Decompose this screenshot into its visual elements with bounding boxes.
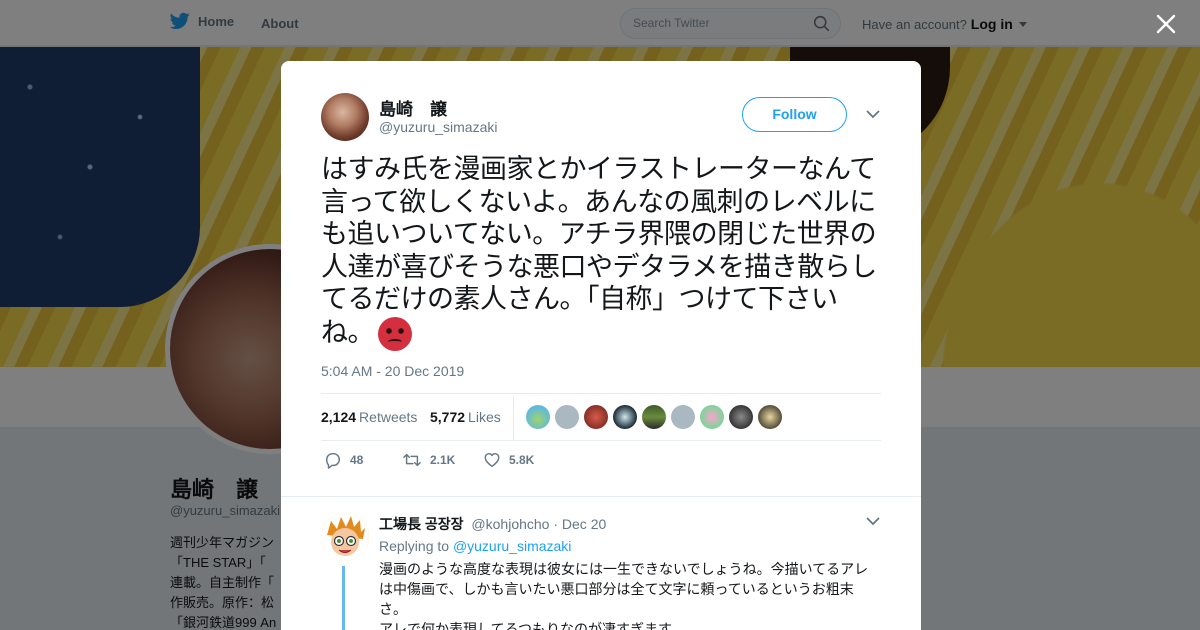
reply-date[interactable]: · Dec 20	[553, 516, 606, 532]
replying-to-line: Replying to @yuzuru_simazaki	[379, 538, 571, 554]
reply-avatar-illustration	[321, 513, 369, 561]
likes-stat[interactable]: 5,772 Likes	[430, 409, 501, 425]
retweet-action[interactable]: 2.1K	[402, 451, 455, 469]
tweet-modal: 島崎 譲 @yuzuru_simazaki Follow はすみ氏を漫画家とかイ…	[281, 61, 921, 630]
reply-author-handle[interactable]: @kohjohcho	[471, 516, 549, 532]
thread-connector	[342, 566, 345, 630]
author-avatar[interactable]	[321, 93, 369, 141]
heart-icon	[484, 452, 500, 468]
liker-avatar[interactable]	[526, 405, 550, 429]
retweet-icon	[403, 453, 421, 467]
chevron-down-icon[interactable]	[866, 109, 880, 119]
likes-count: 5,772	[430, 409, 466, 425]
liker-avatar[interactable]	[584, 405, 608, 429]
retweet-count: 2.1K	[430, 453, 456, 467]
angry-face-icon	[378, 316, 412, 351]
author-name[interactable]: 島崎 譲	[379, 95, 447, 120]
tweet-timestamp[interactable]: 5:04 AM - 20 Dec 2019	[321, 363, 464, 379]
liker-avatar[interactable]	[642, 405, 666, 429]
liker-avatar[interactable]	[758, 405, 782, 429]
replying-prefix: Replying to	[379, 538, 450, 554]
reply-divider	[281, 496, 921, 497]
liker-avatar[interactable]	[729, 405, 753, 429]
author-handle[interactable]: @yuzuru_simazaki	[379, 119, 497, 135]
reply-count: 48	[350, 453, 364, 467]
tweet-text: はすみ氏を漫画家とかイラストレーターなんて言って欲しくないよ。あんなの風刺のレベ…	[321, 154, 886, 351]
reply-text: 漫画のような高度な表現は彼女には一生できないでしょうね。今描いてるアレは中傷画で…	[379, 562, 869, 630]
liker-avatar[interactable]	[555, 405, 579, 429]
replying-to-link[interactable]: @yuzuru_simazaki	[453, 538, 571, 554]
reply-author-avatar[interactable]	[321, 513, 369, 561]
close-icon[interactable]	[1154, 12, 1178, 36]
reply-header: 工場長 공장장 @kohjohcho · Dec 20	[379, 514, 606, 534]
reply-author-name[interactable]: 工場長 공장장	[379, 516, 464, 532]
retweets-count: 2,124	[321, 409, 357, 425]
retweets-stat[interactable]: 2,124 Retweets	[321, 409, 417, 425]
tweet-stats: 2,124 Retweets 5,772 Likes	[321, 393, 881, 441]
liker-avatar[interactable]	[613, 405, 637, 429]
likes-label: Likes	[468, 409, 501, 425]
liker-avatar[interactable]	[700, 405, 724, 429]
liker-avatar[interactable]	[671, 405, 695, 429]
reply-icon	[325, 452, 341, 469]
follow-button[interactable]: Follow	[742, 97, 847, 132]
retweets-label: Retweets	[359, 409, 418, 425]
like-count: 5.8K	[509, 453, 535, 467]
reply-action[interactable]: 48	[324, 451, 363, 469]
chevron-down-icon[interactable]	[866, 516, 880, 526]
stats-divider	[513, 396, 514, 440]
like-action[interactable]: 5.8K	[483, 451, 534, 469]
